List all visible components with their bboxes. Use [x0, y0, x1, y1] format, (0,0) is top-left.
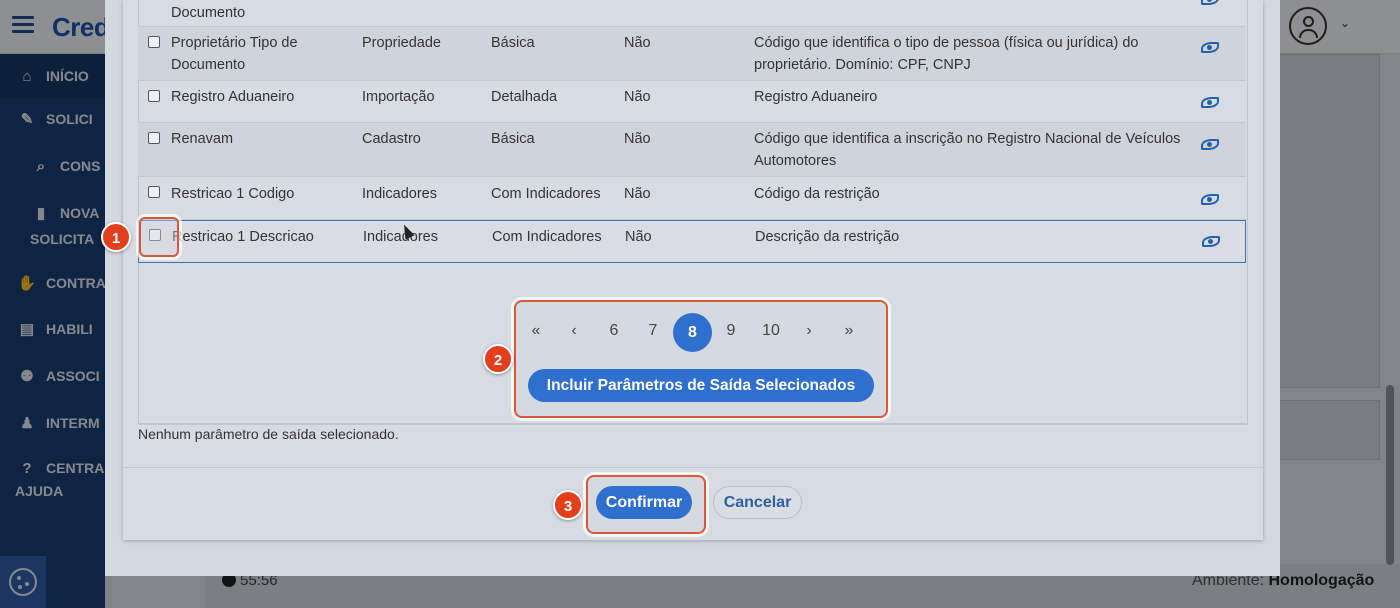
param-required: Não	[624, 35, 651, 51]
param-name: Registro Aduaneiro	[171, 89, 295, 105]
param-name: Proprietário Tipo de Documento	[171, 35, 298, 73]
eye-icon[interactable]	[1202, 236, 1220, 247]
param-name: Restricao 1 Descricao	[172, 229, 314, 245]
row-checkbox[interactable]	[148, 186, 160, 198]
param-description: Código que identifica o tipo de pessoa (…	[754, 35, 1139, 73]
param-level: Básica	[491, 131, 535, 147]
param-level: Com Indicadores	[492, 229, 602, 245]
table-row: Restricao 1 Codigo Indicadores Com Indic…	[138, 177, 1246, 220]
param-required: Não	[624, 186, 651, 202]
row-checkbox[interactable]	[148, 90, 160, 102]
param-description: Descrição da restrição	[755, 229, 900, 245]
table-row: Proprietário Tipo de Documento Proprieda…	[138, 27, 1246, 81]
selection-status: Nenhum parâmetro de saída selecionado.	[138, 426, 399, 442]
eye-icon[interactable]	[1201, 0, 1219, 5]
pagination-current-page[interactable]: 8	[673, 313, 712, 352]
table-row: Documento	[138, 0, 1246, 27]
eye-icon[interactable]	[1201, 139, 1219, 150]
divider	[123, 467, 1263, 468]
pagination-last[interactable]: »	[834, 322, 864, 340]
pagination-prev[interactable]: ‹	[559, 322, 589, 340]
include-selected-parameters-button[interactable]: Incluir Parâmetros de Saída Selecionados	[528, 369, 874, 402]
eye-icon[interactable]	[1201, 194, 1219, 205]
param-category: Indicadores	[363, 229, 438, 245]
step-marker-2: 2	[483, 344, 513, 374]
param-name: Renavam	[171, 131, 234, 147]
pagination-page[interactable]: 6	[599, 322, 629, 340]
param-description: Código que identifica a inscrição no Reg…	[754, 131, 1181, 169]
table-row: Restricao 1 Descricao Indicadores Com In…	[138, 220, 1246, 263]
param-description: Código da restrição	[754, 186, 880, 202]
param-category: Importação	[362, 89, 435, 105]
param-required: Não	[624, 131, 651, 147]
pagination-page[interactable]: 10	[756, 322, 786, 340]
table-row: Registro Aduaneiro Importação Detalhada …	[138, 81, 1246, 123]
confirm-button[interactable]: Confirmar	[596, 486, 692, 519]
eye-icon[interactable]	[1201, 97, 1219, 108]
param-name: Documento	[171, 5, 246, 21]
eye-icon[interactable]	[1201, 42, 1219, 53]
param-required: Não	[625, 229, 652, 245]
param-description: Registro Aduaneiro	[754, 89, 878, 105]
pagination-next[interactable]: ›	[794, 322, 824, 340]
step-marker-1: 1	[101, 222, 131, 252]
cancel-button[interactable]: Cancelar	[713, 486, 802, 519]
pagination-page[interactable]: 9	[716, 322, 746, 340]
pagination-first[interactable]: «	[521, 322, 551, 340]
param-category: Propriedade	[362, 35, 441, 51]
param-required: Não	[624, 89, 651, 105]
param-name: Restricao 1 Codigo	[171, 186, 295, 202]
checkbox-highlight	[139, 217, 179, 257]
param-category: Indicadores	[362, 186, 437, 202]
step-marker-3: 3	[553, 490, 583, 520]
table-row: Renavam Cadastro Básica Não Código que i…	[138, 123, 1246, 177]
pagination-page[interactable]: 7	[638, 322, 668, 340]
row-checkbox[interactable]	[148, 132, 160, 144]
param-category: Cadastro	[362, 131, 421, 147]
param-level: Básica	[491, 35, 535, 51]
param-level: Com Indicadores	[491, 186, 601, 202]
param-level: Detalhada	[491, 89, 558, 105]
row-checkbox[interactable]	[148, 36, 160, 48]
